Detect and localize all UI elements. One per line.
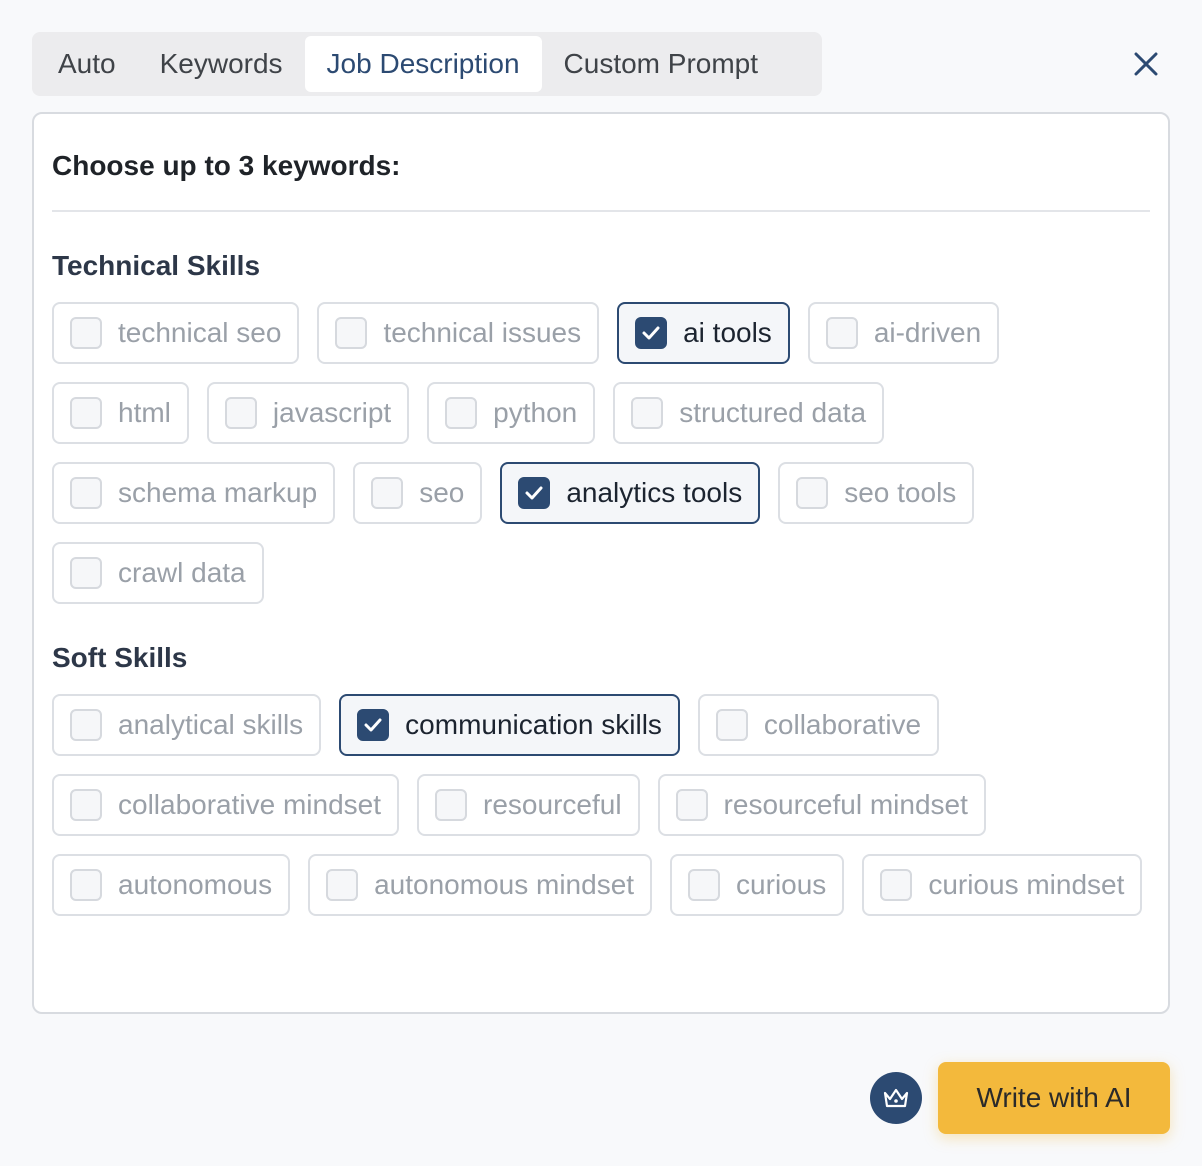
- mode-tabs: Auto Keywords Job Description Custom Pro…: [32, 32, 822, 96]
- keyword-label: curious mindset: [928, 869, 1125, 900]
- keyword-chip[interactable]: curious: [670, 854, 845, 916]
- keyword-label: autonomous: [118, 869, 273, 900]
- keyword-chip[interactable]: resourceful mindset: [657, 774, 986, 836]
- keyword-label: ai tools: [683, 317, 772, 348]
- checkbox[interactable]: [880, 869, 913, 901]
- keyword-label: technical issues: [383, 317, 582, 348]
- checkbox[interactable]: [70, 317, 102, 349]
- keyword-label: html: [118, 397, 171, 428]
- write-with-ai-button[interactable]: Write with AI: [938, 1062, 1170, 1134]
- premium-button[interactable]: [870, 1072, 922, 1124]
- keyword-chip[interactable]: resourceful: [417, 774, 640, 836]
- checkbox[interactable]: [70, 869, 102, 901]
- checkbox[interactable]: [688, 869, 721, 901]
- checkbox[interactable]: [70, 709, 102, 741]
- keyword-label: communication skills: [405, 709, 662, 740]
- checkbox[interactable]: [825, 317, 858, 349]
- section-title-technical: Technical Skills: [52, 250, 261, 281]
- checkbox-checked[interactable]: [357, 709, 390, 741]
- tab-custom-prompt[interactable]: Custom Prompt: [542, 36, 781, 92]
- checkbox[interactable]: [631, 397, 664, 429]
- divider: [52, 210, 1150, 212]
- keyword-label: schema markup: [118, 477, 318, 508]
- checkbox-checked[interactable]: [518, 477, 551, 509]
- checkbox[interactable]: [715, 709, 748, 741]
- keyword-chip[interactable]: python: [427, 382, 596, 444]
- keyword-label: resourceful: [483, 789, 622, 820]
- keyword-label: analytics tools: [566, 477, 743, 508]
- keyword-chip[interactable]: autonomous mindset: [308, 854, 653, 916]
- tab-keywords[interactable]: Keywords: [138, 36, 305, 92]
- tab-auto[interactable]: Auto: [36, 36, 138, 92]
- keyword-label: python: [493, 397, 578, 428]
- keyword-label: crawl data: [118, 557, 246, 588]
- keyword-label: technical seo: [118, 317, 282, 348]
- close-icon: [1134, 52, 1158, 76]
- keyword-label: ai-driven: [873, 317, 982, 348]
- keyword-label: analytical skills: [118, 709, 304, 740]
- keyword-label: structured data: [679, 397, 867, 428]
- keyword-chip[interactable]: curious mindset: [862, 854, 1143, 916]
- keyword-chip[interactable]: analytics tools: [500, 462, 761, 524]
- keyword-chip[interactable]: ai tools: [617, 302, 790, 364]
- keyword-chip[interactable]: autonomous: [52, 854, 291, 916]
- keyword-chip[interactable]: crawl data: [52, 542, 264, 604]
- keyword-chip[interactable]: structured data: [613, 382, 885, 444]
- keyword-chip[interactable]: technical seo: [52, 302, 300, 364]
- keyword-chip[interactable]: html: [52, 382, 189, 444]
- checkbox[interactable]: [70, 477, 102, 509]
- keyword-label: seo tools: [844, 477, 957, 508]
- keyword-chip[interactable]: seo tools: [778, 462, 975, 524]
- keyword-label: seo: [419, 477, 465, 508]
- crown-icon: [883, 1088, 909, 1108]
- keyword-label: curious: [736, 869, 827, 900]
- checkbox[interactable]: [335, 317, 368, 349]
- check-icon: [525, 486, 543, 500]
- check-icon: [364, 718, 382, 732]
- tab-job-description[interactable]: Job Description: [304, 36, 542, 92]
- keyword-chip[interactable]: collaborative mindset: [52, 774, 400, 836]
- checkbox[interactable]: [224, 397, 257, 429]
- panel-title: Choose up to 3 keywords:: [52, 150, 401, 181]
- keyword-label: collaborative mindset: [118, 789, 382, 820]
- checkbox[interactable]: [326, 869, 359, 901]
- keyword-chip[interactable]: javascript: [206, 382, 410, 444]
- keyword-chip[interactable]: collaborative: [697, 694, 940, 756]
- keyword-label: javascript: [272, 397, 392, 428]
- keyword-label: autonomous mindset: [374, 869, 635, 900]
- keyword-chip[interactable]: ai-driven: [807, 302, 1000, 364]
- keyword-label: resourceful mindset: [723, 789, 968, 820]
- checkbox[interactable]: [371, 477, 404, 509]
- keyword-picker-dialog: Auto Keywords Job Description Custom Pro…: [0, 0, 1202, 1166]
- close-button[interactable]: [1126, 44, 1166, 84]
- soft-skills-group: analytical skills communication skills col…: [52, 694, 1152, 916]
- keyword-chip[interactable]: communication skills: [339, 694, 680, 756]
- keyword-chip[interactable]: seo: [353, 462, 483, 524]
- keyword-chip[interactable]: technical issues: [317, 302, 600, 364]
- checkbox[interactable]: [796, 477, 829, 509]
- check-icon: [642, 326, 660, 340]
- section-title-soft: Soft Skills: [52, 642, 188, 673]
- technical-skills-group: technical seo technical issues ai tools ai-…: [52, 302, 1152, 604]
- checkbox-checked[interactable]: [635, 317, 668, 349]
- checkbox[interactable]: [70, 397, 102, 429]
- keyword-chip[interactable]: analytical skills: [52, 694, 322, 756]
- keywords-panel: Choose up to 3 keywords: Technical Skill…: [32, 112, 1170, 1014]
- checkbox[interactable]: [70, 557, 102, 589]
- keyword-label: collaborative: [763, 709, 922, 740]
- checkbox[interactable]: [435, 789, 468, 821]
- checkbox[interactable]: [445, 397, 478, 429]
- checkbox[interactable]: [70, 789, 102, 821]
- checkbox[interactable]: [675, 789, 708, 821]
- keyword-chip[interactable]: schema markup: [52, 462, 336, 524]
